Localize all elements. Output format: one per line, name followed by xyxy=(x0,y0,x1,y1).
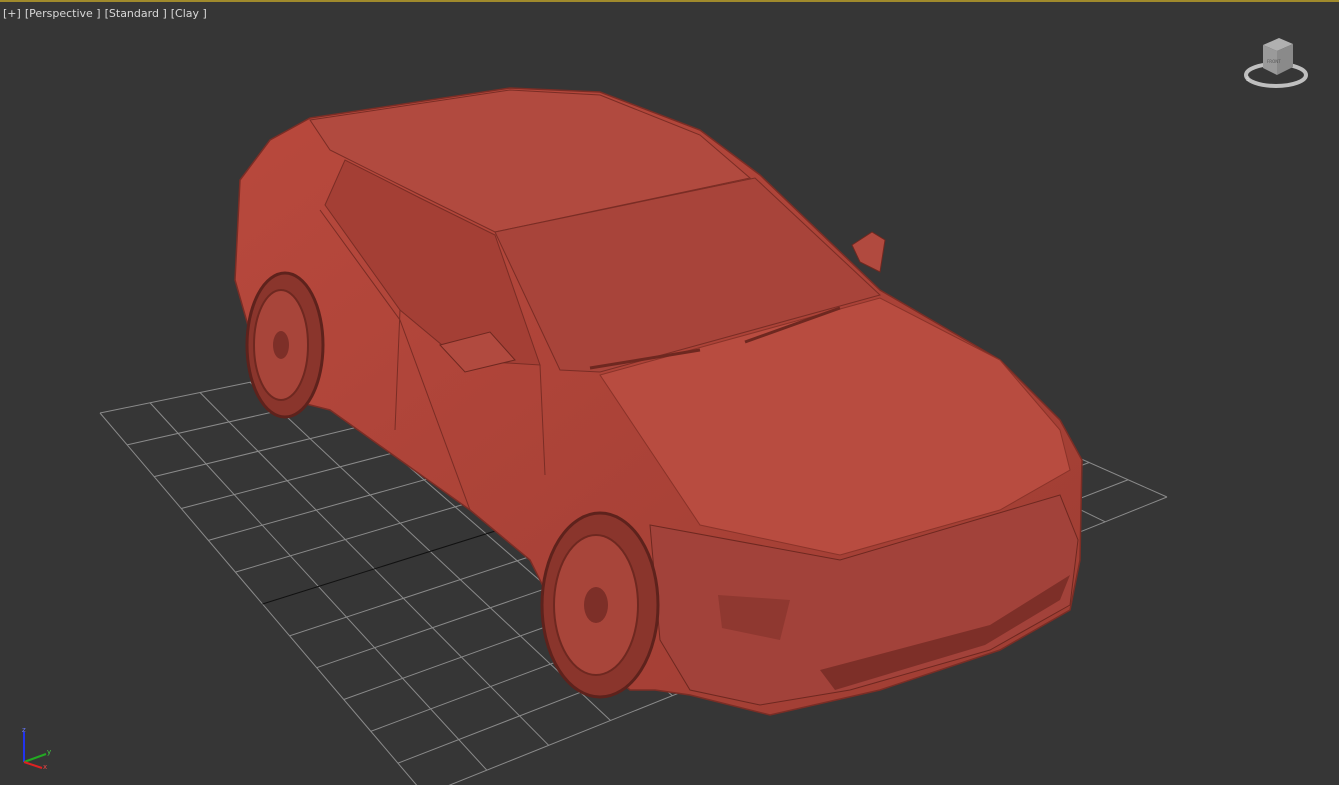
y-label: y xyxy=(47,748,51,756)
car-mirror-right xyxy=(851,231,886,273)
viewport-style-menu[interactable]: [Clay ] xyxy=(171,7,207,20)
viewport-shading-menu[interactable]: [Standard ] xyxy=(105,7,167,20)
car-wheel-rear xyxy=(245,271,325,419)
viewcube[interactable]: FRONT S xyxy=(1243,35,1309,95)
viewcube-front-label: FRONT xyxy=(1267,59,1281,64)
x-axis xyxy=(23,761,43,769)
x-label: x xyxy=(43,763,47,770)
z-label: z xyxy=(22,726,26,734)
viewcube-compass-label: S xyxy=(1246,76,1250,83)
car-wheel-front xyxy=(540,511,660,699)
viewport-label-menu: [+] [Perspective ] [Standard ] [Clay ] xyxy=(3,7,211,20)
viewport-point-of-view-menu[interactable]: [Perspective ] xyxy=(25,7,101,20)
viewport-general-menu[interactable]: [+] xyxy=(3,7,21,20)
y-axis xyxy=(23,753,47,763)
car-model[interactable] xyxy=(0,0,1339,785)
axis-tripod: z y x xyxy=(18,726,58,770)
